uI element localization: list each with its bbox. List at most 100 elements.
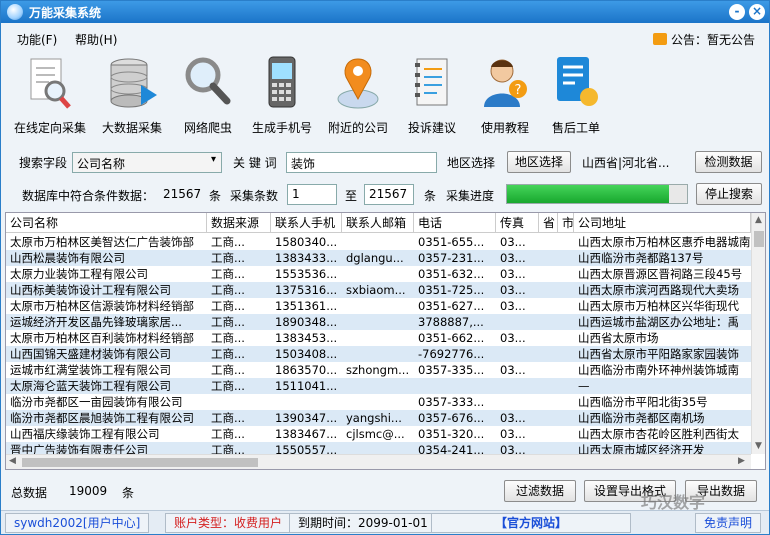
- table-cell: 03...: [500, 283, 526, 297]
- column-header[interactable]: 联系人邮箱: [342, 213, 414, 233]
- tool-tutorial[interactable]: ? 使用教程: [466, 53, 544, 141]
- table-row[interactable]: 太原市万柏林区百利装饰材料经销部 工商... 1383453... 0351-662.…: [6, 330, 751, 346]
- mobile-phone-icon: [268, 56, 296, 108]
- table-cell: 03...: [500, 427, 526, 441]
- tool-web-crawler[interactable]: 网络爬虫: [169, 53, 247, 141]
- table-row[interactable]: 太原力业装饰工程有限公司 工商... 1553536... 0351-632... 03…: [6, 266, 751, 282]
- table-cell: yangshi...: [346, 411, 402, 425]
- close-button[interactable]: ×: [749, 4, 765, 20]
- tool-online-collect[interactable]: 在线定向采集: [11, 53, 89, 141]
- table-cell: 0351-655...: [418, 235, 485, 249]
- table-row[interactable]: 太原市万柏林区信源装饰材料经销部 工商... 1351361... 0351-627.…: [6, 298, 751, 314]
- column-header[interactable]: 数据来源: [207, 213, 271, 233]
- keyword-input[interactable]: 装饰: [286, 152, 437, 173]
- table-cell: [558, 234, 574, 250]
- table-row[interactable]: 运城经济开发区晶先锋玻璃家居... 工商... 1890348... 3788887,…: [6, 314, 751, 330]
- stop-search-button[interactable]: 停止搜索: [696, 183, 762, 205]
- table-cell: [539, 266, 558, 282]
- tool-generate-phone[interactable]: 生成手机号: [243, 53, 321, 141]
- table-row[interactable]: 山西国锦天盛建材装饰有限公司 工商... 1503408... -7692776...…: [6, 346, 751, 362]
- region-select-button[interactable]: 地区选择: [507, 151, 571, 173]
- detect-data-button[interactable]: 检测数据: [695, 151, 762, 173]
- vertical-scrollbar[interactable]: ▲ ▼: [751, 213, 765, 454]
- table-cell: [342, 314, 414, 330]
- table-cell: 工商...: [211, 283, 245, 297]
- table-row[interactable]: 山西福庆缘装饰工程有限公司 工商... 1383467... cjlsmc@... 03…: [6, 426, 751, 442]
- table-cell: 03...: [500, 267, 526, 281]
- minimize-button[interactable]: -: [729, 4, 745, 20]
- account-type: 账户类型：收费用户: [165, 513, 292, 533]
- column-header[interactable]: 公司名称: [6, 213, 207, 233]
- table-row[interactable]: 山西标美装饰设计工程有限公司 工商... 1375316... sxbiaom... 0…: [6, 282, 751, 298]
- title-bar[interactable]: 万能采集系统 - ×: [1, 1, 769, 23]
- svg-text:?: ?: [515, 83, 522, 98]
- scroll-left-icon[interactable]: ◀: [9, 456, 16, 466]
- search-field-value: 公司名称: [77, 157, 126, 171]
- user-center-link[interactable]: sywdh2002[用户中心]: [5, 513, 150, 533]
- filter-data-button[interactable]: 过滤数据: [504, 480, 576, 502]
- table-row[interactable]: 山西松晨装饰有限公司 工商... 1383433... dglangu... 0357-…: [6, 250, 751, 266]
- official-site-link[interactable]: 【官方网站】: [431, 513, 631, 533]
- table-cell: [342, 394, 414, 410]
- collect-progress-bar: [506, 184, 688, 204]
- table-cell: szhongm...: [346, 363, 410, 377]
- column-header[interactable]: 传真: [496, 213, 539, 233]
- table-row[interactable]: 太原海仑蓝天装饰工程有限公司 工商... 1511041... —: [6, 378, 751, 394]
- table-cell: 03...: [500, 299, 526, 313]
- search-field-select[interactable]: 公司名称 ▾: [72, 152, 222, 173]
- tool-bigdata-collect[interactable]: 大数据采集: [93, 53, 171, 141]
- table-cell: 1375316...: [275, 283, 338, 297]
- table-row[interactable]: 运城市红满堂装饰工程有限公司 工商... 1863570... szhongm... 0…: [6, 362, 751, 378]
- table-cell: 工商...: [211, 411, 245, 425]
- table-row[interactable]: 太原市万柏林区美智达仁广告装饰部 工商... 1580340... 0351-655.…: [6, 234, 751, 250]
- table-cell: [539, 250, 558, 266]
- disclaimer-link[interactable]: 免责声明: [695, 513, 762, 533]
- tool-label: 网络爬虫: [183, 121, 232, 135]
- table-cell: 工商...: [211, 315, 245, 329]
- tool-after-sales[interactable]: 售后工单: [537, 53, 615, 141]
- table-cell: [342, 298, 414, 314]
- results-table: 公司名称 数据来源 联系人手机 联系人邮箱 电话 传真省市公司地址 太原市万柏林区美智达仁…: [5, 212, 766, 470]
- menu-help[interactable]: 帮助(H): [75, 31, 117, 48]
- table-cell: 山西福庆缘装饰工程有限公司: [10, 427, 160, 441]
- table-cell: 0357-231...: [418, 251, 485, 265]
- table-cell: 0351-627...: [418, 299, 485, 313]
- tool-complaint[interactable]: 投诉建议: [393, 53, 471, 141]
- table-cell: [539, 378, 558, 394]
- table-cell: 山西运城市盐湖区办公地址：禹: [578, 315, 739, 329]
- table-cell: [496, 346, 539, 362]
- column-header[interactable]: 公司地址: [574, 213, 751, 233]
- column-header[interactable]: 省: [539, 213, 558, 233]
- table-row[interactable]: 临汾市尧都区晨旭装饰工程有限公司 工商... 1390347... yangshi..…: [6, 410, 751, 426]
- table-cell: [539, 426, 558, 442]
- collect-from-input[interactable]: 1: [287, 184, 337, 205]
- scroll-thumb[interactable]: [22, 458, 258, 467]
- table-cell: 0357-676...: [418, 411, 485, 425]
- column-header[interactable]: 电话: [414, 213, 496, 233]
- column-header[interactable]: 联系人手机: [271, 213, 342, 233]
- collect-to-input[interactable]: 21567: [364, 184, 414, 205]
- scroll-right-icon[interactable]: ▶: [738, 456, 745, 466]
- horizontal-scrollbar[interactable]: ◀ ▶: [6, 454, 751, 469]
- tool-nearby-company[interactable]: 附近的公司: [319, 53, 397, 141]
- column-header[interactable]: 市: [558, 213, 574, 233]
- table-cell: 1383433...: [275, 251, 338, 265]
- scroll-up-icon[interactable]: ▲: [755, 215, 762, 225]
- table-cell: 工商...: [211, 379, 245, 393]
- scroll-thumb[interactable]: [754, 231, 764, 247]
- table-cell: 太原市万柏林区美智达仁广告装饰部: [10, 235, 194, 249]
- total-label: 总数据: [11, 486, 48, 500]
- menu-function[interactable]: 功能(F): [17, 31, 57, 48]
- table-cell: [342, 234, 414, 250]
- table-cell: 0351-320...: [418, 427, 485, 441]
- table-cell: [539, 394, 558, 410]
- table-cell: 1890348...: [275, 315, 338, 329]
- table-cell: [496, 378, 539, 394]
- table-cell: [539, 314, 558, 330]
- table-cell: [342, 330, 414, 346]
- scroll-down-icon[interactable]: ▼: [755, 441, 762, 451]
- table-cell: [496, 394, 539, 410]
- table-row[interactable]: 临汾市尧都区一亩园装饰有限公司 0357-333... 山西临汾市平阳北街35号: [6, 394, 751, 410]
- search-field-label: 搜索字段: [19, 156, 68, 170]
- table-cell: [539, 346, 558, 362]
